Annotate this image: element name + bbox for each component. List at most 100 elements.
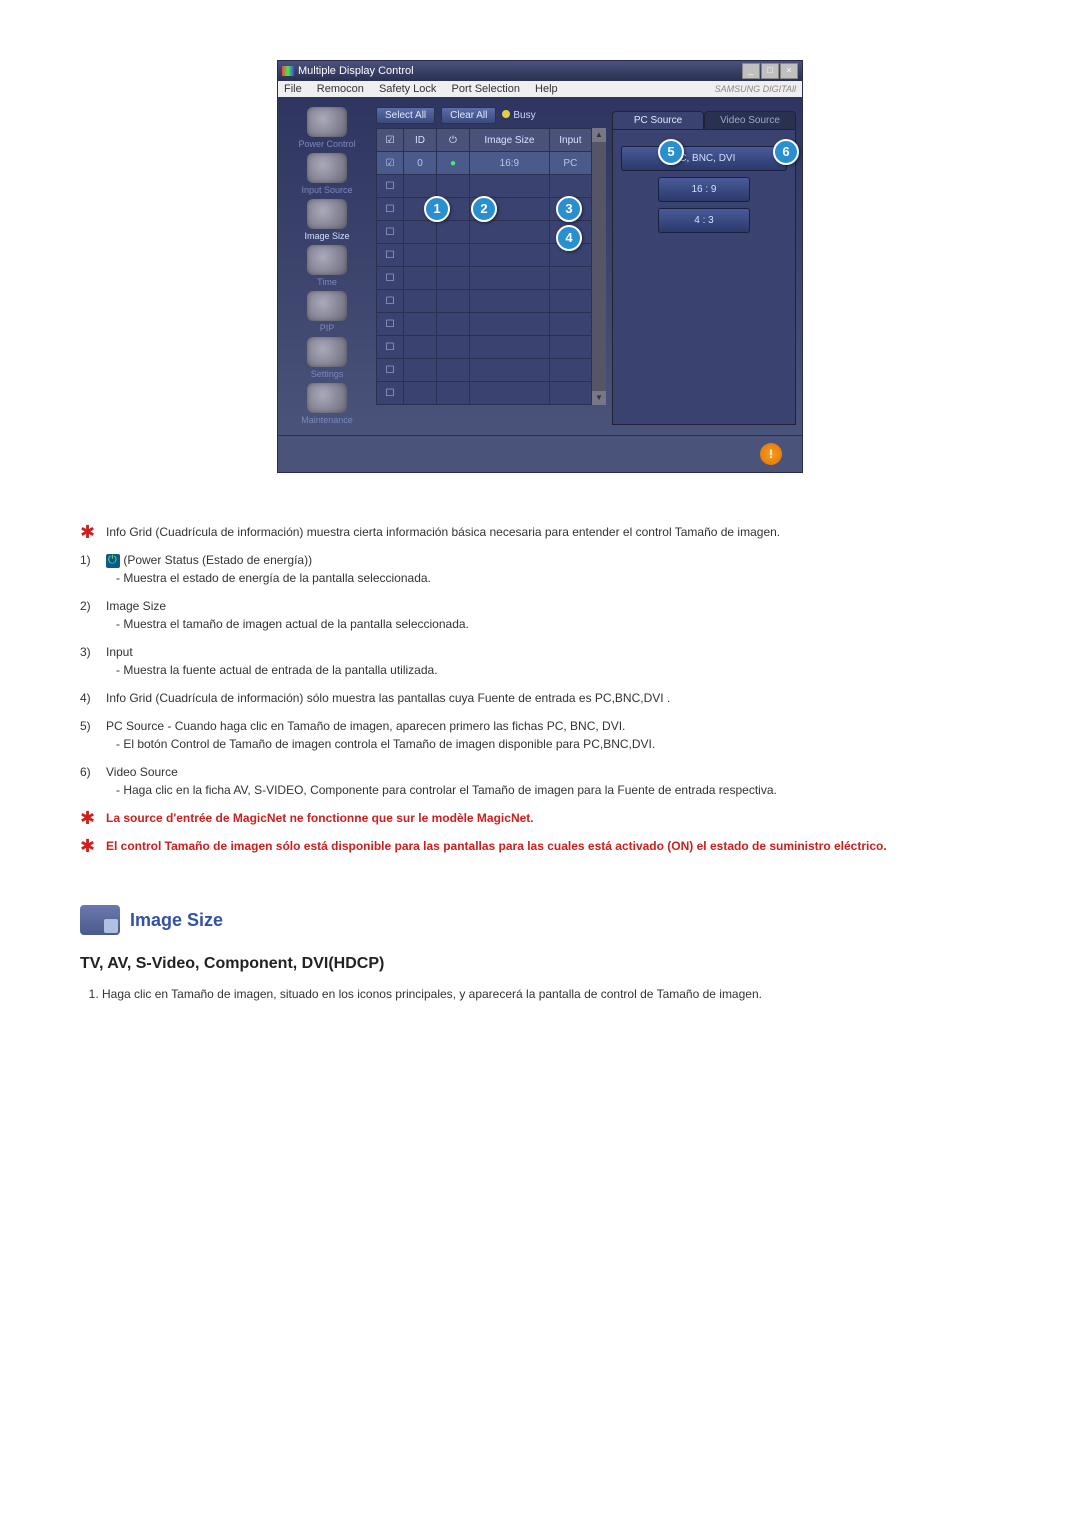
table-row[interactable]: ☑ 0 ● 16:9 PC	[377, 152, 592, 175]
col-power: ⏻	[437, 129, 470, 152]
table-row[interactable]: ☐	[377, 336, 592, 359]
image-size-icon	[307, 199, 347, 229]
sidebar-item-input-source[interactable]: Input Source	[282, 153, 372, 195]
section-header: Image Size	[80, 905, 1000, 935]
app-icon	[282, 66, 294, 76]
busy-indicator-icon	[502, 110, 510, 118]
brand-label: SAMSUNG DIGITAll	[715, 84, 796, 94]
cell-image-size: 16:9	[470, 152, 550, 175]
table-row[interactable]: ☐	[377, 221, 592, 244]
table-row[interactable]: ☐	[377, 290, 592, 313]
image-size-section-icon	[80, 905, 120, 935]
list-num-6: 6)	[80, 763, 98, 799]
item-2-head: Image Size	[106, 599, 166, 613]
titlebar: Multiple Display Control _ □ ×	[278, 61, 802, 81]
clear-all-button[interactable]: Clear All	[441, 107, 496, 124]
sidebar-item-maintenance[interactable]: Maintenance	[282, 383, 372, 425]
alert-icon: !	[760, 443, 782, 465]
window-controls: _ □ ×	[742, 63, 798, 79]
item-5-sub: - El botón Control de Tamaño de imagen c…	[116, 735, 1000, 753]
grid-panel: Select All Clear All Busy ☑ ID ⏻ Image S…	[376, 107, 606, 425]
table-row[interactable]: ☐	[377, 244, 592, 267]
col-check[interactable]: ☑	[377, 129, 404, 152]
maintenance-icon	[307, 383, 347, 413]
cell-id: 0	[404, 152, 437, 175]
item-6-head: Video Source	[106, 765, 178, 779]
power-status-icon	[106, 554, 120, 568]
row-checkbox[interactable]: ☑	[377, 152, 404, 175]
col-id: ID	[404, 129, 437, 152]
menu-help[interactable]: Help	[535, 83, 558, 95]
cell-power: ●	[437, 152, 470, 175]
sidebar-item-pip[interactable]: PIP	[282, 291, 372, 333]
close-button[interactable]: ×	[780, 63, 798, 79]
list-num-5: 5)	[80, 717, 98, 753]
menu-port-selection[interactable]: Port Selection	[451, 83, 519, 95]
table-row[interactable]: ☐	[377, 382, 592, 405]
menu-safety-lock[interactable]: Safety Lock	[379, 83, 436, 95]
col-input: Input	[549, 129, 591, 152]
star-icon: ✱	[80, 809, 98, 827]
table-row[interactable]: ☐	[377, 267, 592, 290]
scroll-down-icon[interactable]: ▼	[592, 391, 606, 405]
source-tabs: PC Source Video Source	[612, 107, 796, 129]
star-icon: ✱	[80, 837, 98, 855]
item-4: Info Grid (Cuadrícula de información) só…	[106, 689, 1000, 707]
table-row[interactable]: ☐	[377, 175, 592, 198]
menubar: File Remocon Safety Lock Port Selection …	[278, 81, 802, 97]
item-5-head: PC Source - Cuando haga clic en Tamaño d…	[106, 719, 625, 733]
tab-video-source[interactable]: Video Source	[704, 111, 796, 129]
item-6-sub: - Haga clic en la ficha AV, S-VIDEO, Com…	[116, 781, 1000, 799]
power-control-icon	[307, 107, 347, 137]
maximize-button[interactable]: □	[761, 63, 779, 79]
info-grid: ☑ ID ⏻ Image Size Input ☑ 0 ●	[376, 128, 592, 405]
status-bar: !	[278, 435, 802, 472]
note-2: El control Tamaño de imagen sólo está di…	[106, 837, 1000, 855]
explanation-list: ✱ Info Grid (Cuadrícula de información) …	[80, 523, 1000, 855]
sidebar-item-time[interactable]: Time	[282, 245, 372, 287]
grid-scrollbar[interactable]: ▲ ▼	[592, 128, 606, 405]
sidebar-item-power-control[interactable]: Power Control	[282, 107, 372, 149]
table-row[interactable]: ☐	[377, 359, 592, 382]
item-3-sub: - Muestra la fuente actual de entrada de…	[116, 661, 1000, 679]
right-panel: PC Source Video Source PC, BNC, DVI 16 :…	[612, 107, 796, 425]
grid-toolbar: Select All Clear All Busy	[376, 107, 606, 124]
subheading: TV, AV, S-Video, Component, DVI(HDCP)	[80, 955, 1000, 973]
sidebar-item-settings[interactable]: Settings	[282, 337, 372, 379]
item-3-head: Input	[106, 645, 133, 659]
menu-file[interactable]: File	[284, 83, 302, 95]
list-num-2: 2)	[80, 597, 98, 633]
ratio-4-3-button[interactable]: 4 : 3	[658, 208, 749, 233]
main-area: Select All Clear All Busy ☑ ID ⏻ Image S…	[376, 97, 802, 435]
sidebar-item-image-size[interactable]: Image Size	[282, 199, 372, 241]
pc-bnc-dvi-button[interactable]: PC, BNC, DVI	[621, 146, 787, 171]
list-num-4: 4)	[80, 689, 98, 707]
app-body: Power Control Input Source Image Size Ti…	[278, 97, 802, 435]
item-2-sub: - Muestra el tamaño de imagen actual de …	[116, 615, 1000, 633]
window-title: Multiple Display Control	[298, 65, 414, 77]
section-title: Image Size	[130, 910, 223, 931]
table-row[interactable]: ☐	[377, 313, 592, 336]
minimize-button[interactable]: _	[742, 63, 760, 79]
time-icon	[307, 245, 347, 275]
scroll-up-icon[interactable]: ▲	[592, 128, 606, 142]
col-image-size: Image Size	[470, 129, 550, 152]
item-1-sub: - Muestra el estado de energía de la pan…	[116, 569, 1000, 587]
note-1: La source d'entrée de MagicNet ne foncti…	[106, 809, 1000, 827]
intro-text: Info Grid (Cuadrícula de información) mu…	[106, 523, 1000, 541]
instruction-list: Haga clic en Tamaño de imagen, situado e…	[80, 985, 1000, 1003]
busy-label: Busy	[513, 110, 535, 121]
pip-icon	[307, 291, 347, 321]
item-1-head: (Power Status (Estado de energía))	[120, 553, 312, 567]
table-row[interactable]: ☐	[377, 198, 592, 221]
list-num-1: 1)	[80, 551, 98, 587]
settings-icon	[307, 337, 347, 367]
ratio-16-9-button[interactable]: 16 : 9	[658, 177, 749, 202]
select-all-button[interactable]: Select All	[376, 107, 435, 124]
cell-input: PC	[549, 152, 591, 175]
tab-pc-source[interactable]: PC Source	[612, 111, 704, 129]
star-icon: ✱	[80, 523, 98, 541]
menu-remocon[interactable]: Remocon	[317, 83, 364, 95]
multiple-display-control-window: Multiple Display Control _ □ × File Remo…	[277, 60, 803, 473]
instruction-1: Haga clic en Tamaño de imagen, situado e…	[102, 985, 1000, 1003]
